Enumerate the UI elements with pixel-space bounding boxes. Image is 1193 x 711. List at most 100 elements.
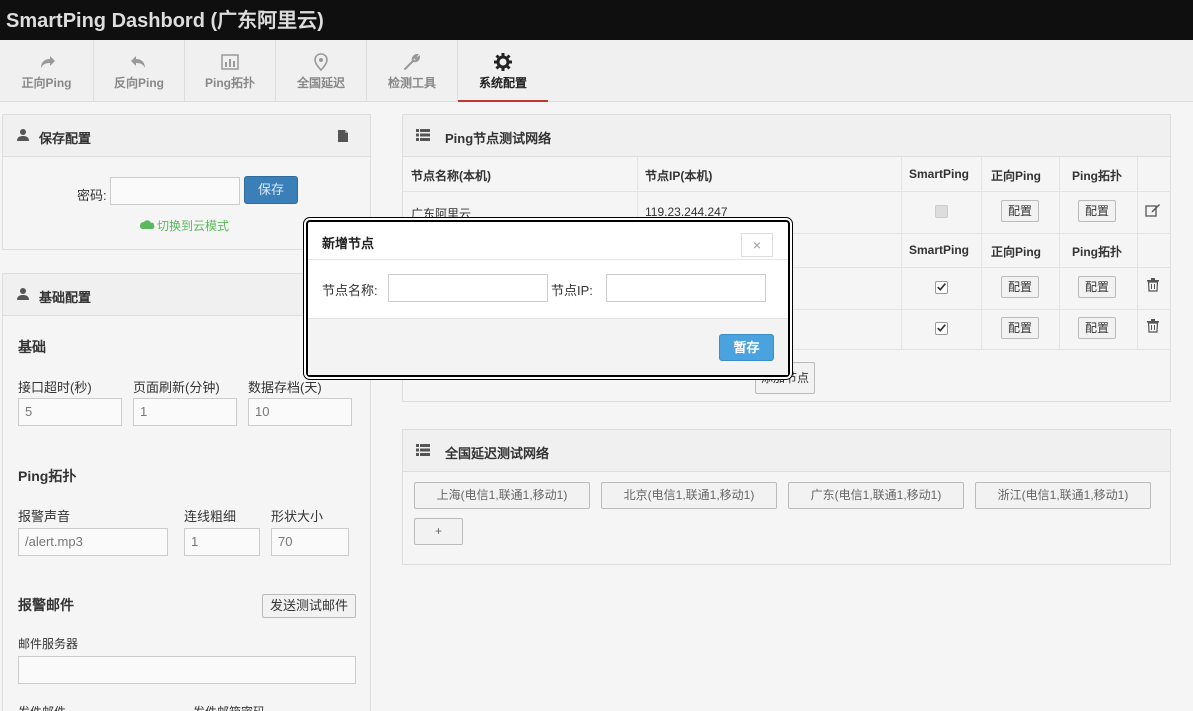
tab-forward-ping[interactable]: 正向Ping [0, 40, 94, 102]
node-name-label: 节点名称: [322, 283, 378, 298]
section-heading-mail: 报警邮件 [18, 597, 74, 613]
smartping-checkbox[interactable] [935, 281, 948, 294]
add-region-button[interactable]: + [414, 518, 463, 545]
smartping-checkbox [935, 205, 948, 218]
shape-size-label: 形状大小 [271, 509, 324, 524]
save-button[interactable]: 保存 [244, 176, 298, 204]
header-node-ip: 节点IP(本机) [645, 169, 713, 183]
sound-label: 报警声音 [18, 509, 71, 524]
password-input[interactable] [110, 177, 240, 205]
tab-china-latency[interactable]: 全国延迟 [276, 40, 367, 102]
config-button[interactable]: 配置 [1001, 317, 1039, 339]
timeout-input[interactable]: 5 [18, 398, 122, 426]
mail-server-label: 邮件服务器 [18, 637, 79, 651]
timeout-label: 接口超时(秒) [18, 380, 92, 395]
region-tag-shanghai[interactable]: 上海(电信1,联通1,移动1) [414, 482, 590, 509]
section-heading-basic: 基础 [18, 339, 46, 355]
header-smartping: SmartPing [909, 167, 970, 181]
line-width-input[interactable]: 1 [184, 528, 260, 556]
user-icon [17, 288, 29, 300]
modal-body: 节点名称: 节点IP: [308, 260, 788, 318]
gear-icon [494, 53, 512, 71]
row-divider [403, 191, 1171, 192]
tab-label: Ping拓扑 [205, 76, 255, 90]
modal-title: 新增节点 [322, 236, 375, 251]
panel-header: 全国延迟测试网络 [403, 430, 1170, 472]
subheader-forward-ping: 正向Ping [991, 245, 1041, 259]
section-heading-topology: Ping拓扑 [18, 468, 77, 484]
archive-input[interactable]: 10 [248, 398, 352, 426]
send-test-mail-button[interactable]: 发送测试邮件 [262, 594, 356, 618]
region-tag-zhejiang[interactable]: 浙江(电信1,联通1,移动1) [975, 482, 1151, 509]
refresh-label: 页面刷新(分钟) [133, 380, 220, 395]
config-button[interactable]: 配置 [1001, 276, 1039, 298]
tab-label: 系统配置 [478, 76, 527, 90]
china-latency-panel: 全国延迟测试网络 上海(电信1,联通1,移动1) 北京(电信1,联通1,移动1)… [402, 429, 1171, 565]
col-divider [1137, 157, 1138, 349]
tab-label: 反向Ping [114, 76, 164, 90]
panel-header: Ping节点测试网络 [403, 115, 1170, 157]
user-icon [17, 129, 29, 141]
region-tag-guangdong[interactable]: 广东(电信1,联通1,移动1) [788, 482, 964, 509]
tab-system-config[interactable]: 系统配置 [458, 40, 548, 102]
local-node-ip: 119.23.244.247 [645, 205, 728, 219]
list-icon [416, 444, 430, 456]
subheader-smartping: SmartPing [909, 243, 970, 257]
header-ping-topology: Ping拓扑 [1072, 169, 1122, 183]
region-tag-beijing[interactable]: 北京(电信1,联通1,移动1) [601, 482, 777, 509]
trash-icon[interactable] [1147, 319, 1159, 333]
tab-reverse-ping[interactable]: 反向Ping [94, 40, 185, 102]
list-icon [416, 129, 430, 141]
col-divider [1059, 157, 1060, 349]
file-icon[interactable] [337, 129, 349, 143]
panel-title: 保存配置 [39, 131, 92, 146]
tab-label: 检测工具 [387, 76, 436, 90]
chart-icon [221, 54, 239, 70]
sound-input[interactable]: /alert.mp3 [18, 528, 168, 556]
smartping-checkbox[interactable] [935, 322, 948, 335]
cloud-icon [140, 220, 155, 229]
mail-from-label: 发件邮件 [18, 703, 66, 711]
config-button[interactable]: 配置 [1078, 200, 1116, 222]
share-icon [40, 56, 55, 68]
header-node-name: 节点名称(本机) [411, 169, 491, 183]
node-ip-label: 节点IP: [551, 283, 593, 298]
panel-header: 保存配置 [3, 115, 370, 157]
main-nav: 正向Ping 反向Ping Ping拓扑 全国延迟 检测工具 系统配置 [0, 40, 1193, 102]
tab-ping-topology[interactable]: Ping拓扑 [185, 40, 276, 102]
panel-title: Ping节点测试网络 [445, 131, 552, 146]
shape-size-input[interactable]: 70 [271, 528, 349, 556]
add-node-modal: 新增节点 × 节点名称: 节点IP: 暂存 [306, 220, 790, 377]
panel-title: 基础配置 [39, 290, 92, 305]
password-label: 密码: [77, 188, 107, 203]
subheader-ping-topology: Ping拓扑 [1072, 245, 1122, 259]
mail-server-input[interactable] [18, 656, 356, 684]
temp-save-button[interactable]: 暂存 [719, 334, 774, 361]
archive-label: 数据存档(天) [248, 380, 322, 395]
node-name-input[interactable] [388, 274, 548, 302]
cloud-mode-link[interactable]: 切换到云模式 [157, 217, 229, 234]
refresh-input[interactable]: 1 [133, 398, 237, 426]
config-button[interactable]: 配置 [1078, 317, 1116, 339]
map-marker-icon [314, 53, 328, 72]
mail-password-label: 发件邮箱密码 [193, 703, 265, 711]
line-width-label: 连线粗细 [184, 509, 237, 524]
top-bar: SmartPing Dashbord (广东阿里云) [0, 0, 1193, 40]
modal-header: 新增节点 × [308, 222, 788, 260]
col-divider [981, 157, 982, 349]
panel-title: 全国延迟测试网络 [445, 446, 550, 461]
trash-icon[interactable] [1147, 278, 1159, 292]
edit-icon[interactable] [1145, 203, 1161, 217]
tab-label: 全国延迟 [296, 76, 345, 90]
config-button[interactable]: 配置 [1001, 200, 1039, 222]
wrench-icon [404, 53, 421, 70]
node-ip-input[interactable] [606, 274, 766, 302]
reply-icon [131, 56, 145, 68]
header-forward-ping: 正向Ping [991, 169, 1041, 183]
tab-label: 正向Ping [21, 76, 72, 90]
modal-footer: 暂存 [308, 318, 788, 375]
close-icon[interactable]: × [741, 233, 773, 257]
app-title: SmartPing Dashbord (广东阿里云) [6, 10, 324, 32]
config-button[interactable]: 配置 [1078, 276, 1116, 298]
tab-tools[interactable]: 检测工具 [367, 40, 458, 102]
